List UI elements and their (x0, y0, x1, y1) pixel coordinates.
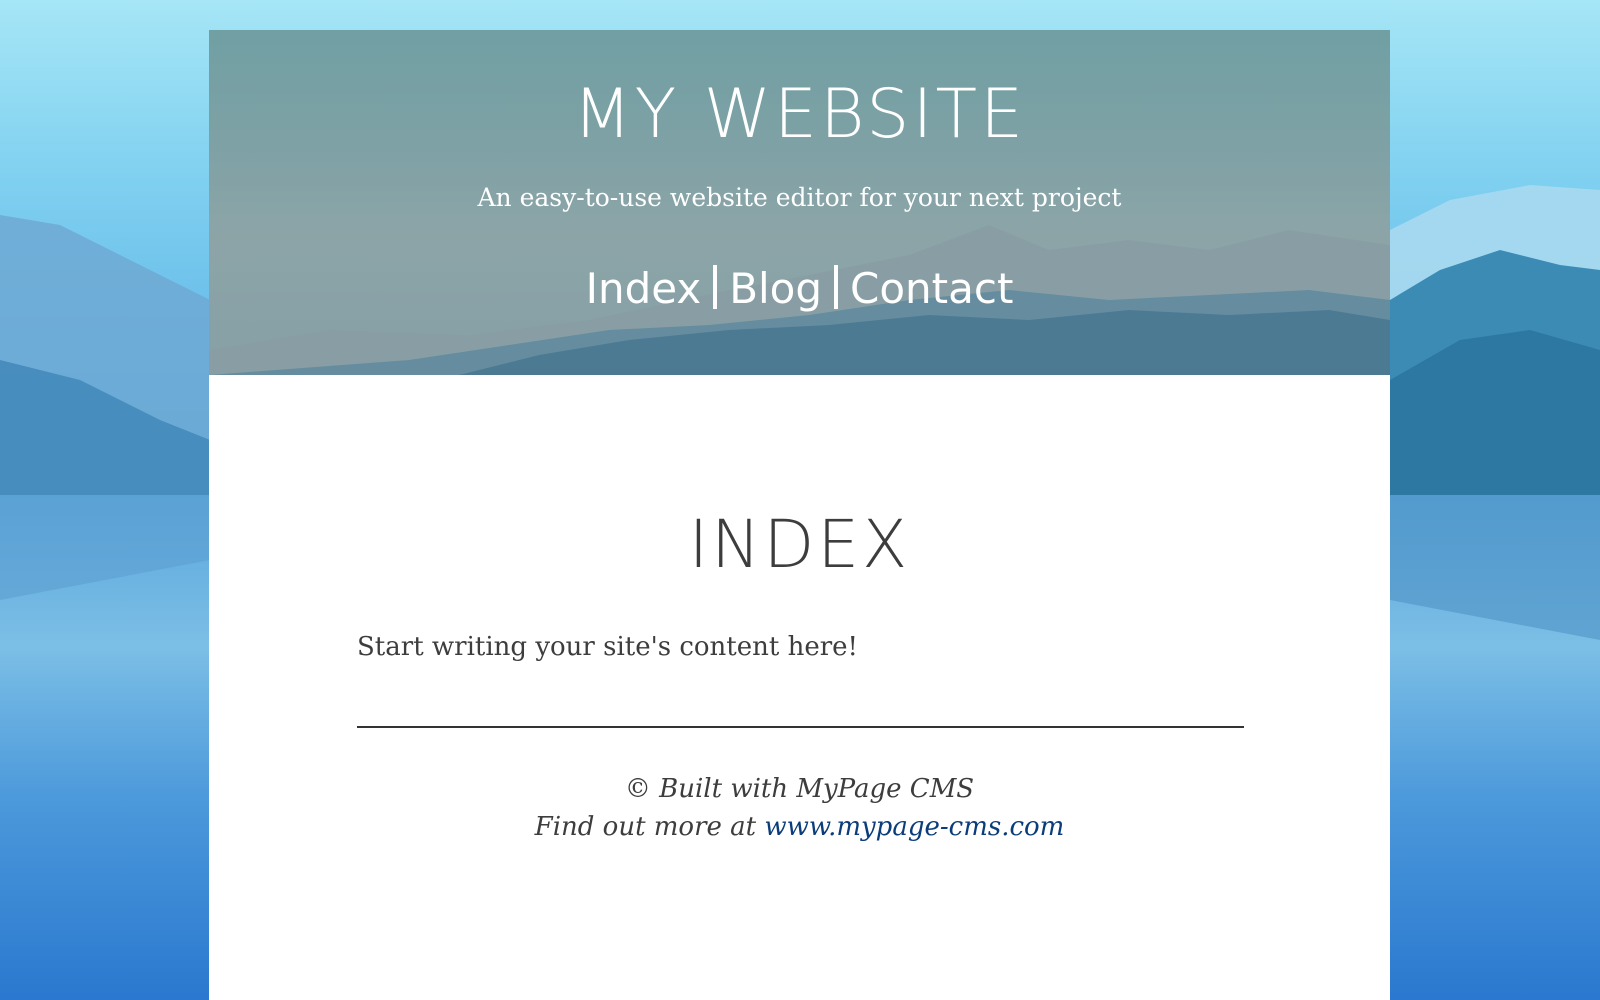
page-heading: INDEX (688, 506, 911, 584)
nav-separator-icon (713, 265, 718, 309)
footer-more-prefix: Find out more at (534, 812, 757, 842)
site-footer: © Built with MyPage CMS Find out more at… (209, 770, 1390, 846)
site-header: MY WEBSITE An easy-to-use website editor… (209, 30, 1390, 375)
nav-link-contact[interactable]: Contact (850, 264, 1013, 313)
nav-separator-icon (834, 265, 839, 309)
content-divider (357, 726, 1244, 728)
main-navigation: Index Blog Contact (209, 264, 1390, 314)
footer-more-line: Find out more at www.mypage-cms.com (209, 808, 1390, 846)
page-container: MY WEBSITE An easy-to-use website editor… (209, 30, 1390, 1000)
footer-cms-link[interactable]: www.mypage-cms.com (764, 812, 1064, 842)
site-title: MY WEBSITE (572, 75, 1027, 154)
nav-link-blog[interactable]: Blog (729, 264, 822, 313)
main-content: INDEX Start writing your site's content … (209, 375, 1390, 1000)
footer-credit: © Built with MyPage CMS (624, 774, 975, 804)
content-paragraph: Start writing your site's content here! (357, 632, 858, 662)
site-tagline: An easy-to-use website editor for your n… (477, 183, 1122, 212)
nav-link-index[interactable]: Index (586, 264, 702, 313)
